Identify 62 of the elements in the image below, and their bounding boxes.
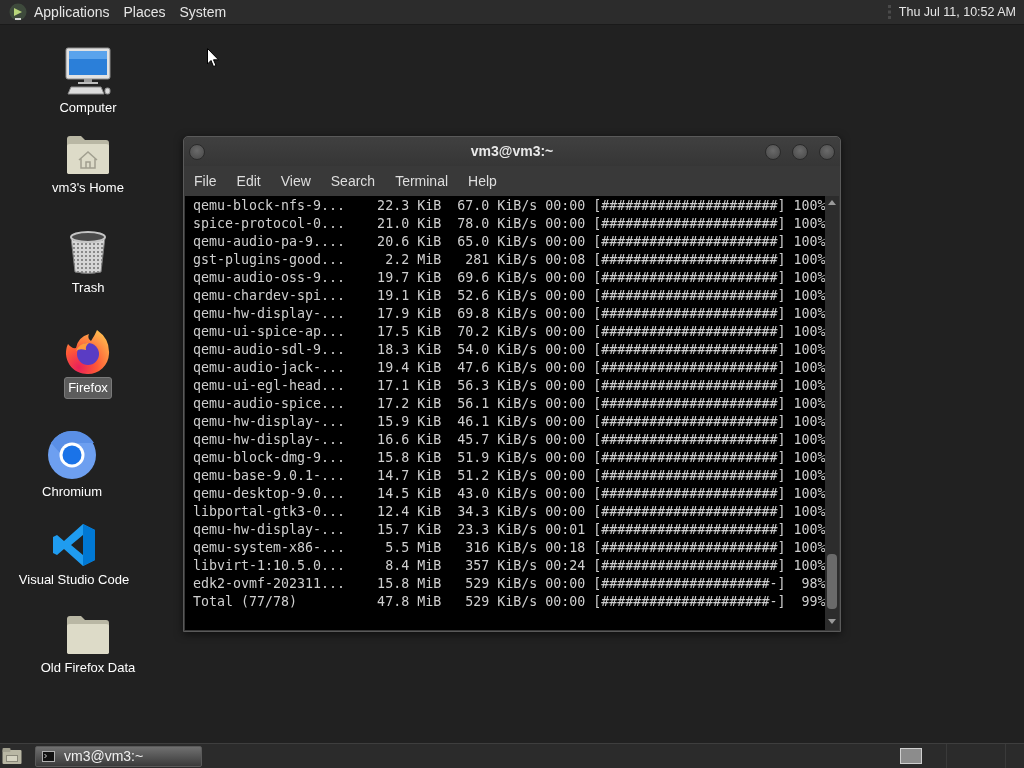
panel-menu[interactable]: Places bbox=[116, 0, 173, 24]
terminal-line: qemu-desktop-9.0... 14.5 KiB 43.0 KiB/s 00:00 [######################] 100% bbox=[193, 485, 826, 503]
terminal-line: qemu-audio-pa-9.... 20.6 KiB 65.0 KiB/s 00:00 [######################] 100% bbox=[193, 233, 826, 251]
scrollbar-thumb[interactable] bbox=[827, 554, 838, 609]
terminal-line: qemu-hw-display-... 15.7 KiB 23.3 KiB/s 00:01 [######################] 100% bbox=[193, 521, 826, 539]
terminal-line: spice-protocol-0... 21.0 KiB 78.0 KiB/s 00:00 [######################] 100% bbox=[193, 215, 826, 233]
terminal-line: qemu-base-9.0.1-... 14.7 KiB 51.2 KiB/s 00:00 [######################] 100% bbox=[193, 467, 826, 485]
panel-menu[interactable]: System bbox=[172, 0, 234, 24]
terminal-line: qemu-audio-jack-... 19.4 KiB 47.6 KiB/s 00:00 [######################] 100% bbox=[193, 359, 826, 377]
terminal-line: qemu-hw-display-... 15.9 KiB 46.1 KiB/s 00:00 [######################] 100% bbox=[193, 413, 826, 431]
terminal-line: qemu-audio-oss-9... 19.7 KiB 69.6 KiB/s 00:00 [######################] 100% bbox=[193, 269, 826, 287]
home-folder-icon[interactable] bbox=[66, 135, 110, 175]
computer-monitor-icon[interactable] bbox=[64, 47, 112, 95]
folder-icon[interactable] bbox=[66, 615, 110, 655]
terminal-line: Total (77/78) 47.8 MiB 529 KiB/s 00:00 [#####################-] 99% bbox=[193, 593, 826, 611]
desktop-icon-label[interactable]: Firefox bbox=[64, 377, 112, 399]
workspace-switcher[interactable] bbox=[900, 748, 922, 764]
vscode-logo-icon[interactable] bbox=[52, 523, 96, 567]
menu-item[interactable]: Edit bbox=[226, 166, 271, 196]
desktop-icon-label[interactable]: Visual Studio Code bbox=[14, 569, 134, 591]
trash-can-icon[interactable] bbox=[69, 231, 107, 275]
menu-item[interactable]: File bbox=[184, 166, 227, 196]
window-title: vm3@vm3:~ bbox=[469, 142, 555, 161]
minimize-button[interactable] bbox=[765, 143, 781, 160]
desktop-icon-label[interactable]: Computer bbox=[55, 97, 121, 119]
close-button[interactable] bbox=[819, 143, 835, 160]
panel-menu[interactable]: Applications bbox=[27, 0, 117, 24]
taskbar-button[interactable]: vm3@vm3:~ bbox=[35, 745, 202, 767]
chromium-logo-icon[interactable] bbox=[48, 431, 96, 479]
maximize-button[interactable] bbox=[792, 143, 808, 160]
scroll-down-arrow-icon[interactable] bbox=[828, 619, 837, 624]
menu-item[interactable]: Terminal bbox=[385, 166, 459, 196]
scroll-up-arrow-icon[interactable] bbox=[828, 200, 837, 205]
menu-item[interactable]: Help bbox=[458, 166, 507, 196]
mouse-pointer-icon bbox=[207, 48, 219, 67]
terminal-line: qemu-ui-spice-ap... 17.5 KiB 70.2 KiB/s 00:00 [######################] 100% bbox=[193, 323, 826, 341]
desktop-icon-label[interactable]: Chromium bbox=[38, 481, 106, 503]
scrollbar[interactable] bbox=[825, 196, 839, 630]
window-menu-button[interactable] bbox=[189, 143, 205, 160]
terminal-line: qemu-system-x86-... 5.5 MiB 316 KiB/s 00:18 [######################] 100% bbox=[193, 539, 826, 557]
terminal-line: libportal-gtk3-0... 12.4 KiB 34.3 KiB/s 00:00 [######################] 100% bbox=[193, 503, 826, 521]
menu-item[interactable]: Search bbox=[320, 166, 386, 196]
show-desktop-icon[interactable] bbox=[2, 747, 22, 765]
clock[interactable]: Thu Jul 11, 10:52 AM bbox=[898, 2, 1016, 22]
terminal-line: qemu-block-nfs-9... 22.3 KiB 67.0 KiB/s 00:00 [######################] 100% bbox=[193, 197, 826, 215]
terminal-line: qemu-audio-sdl-9... 18.3 KiB 54.0 KiB/s 00:00 [######################] 100% bbox=[193, 341, 826, 359]
desktop-icon-label[interactable]: Trash bbox=[67, 277, 109, 299]
terminal-line: qemu-audio-spice... 17.2 KiB 56.1 KiB/s 00:00 [######################] 100% bbox=[193, 395, 826, 413]
desktop-icon-label[interactable]: Old Firefox Data bbox=[36, 657, 140, 679]
terminal-line: qemu-ui-egl-head... 17.1 KiB 56.3 KiB/s 00:00 [######################] 100% bbox=[193, 377, 826, 395]
terminal-line: qemu-hw-display-... 17.9 KiB 69.8 KiB/s 00:00 [######################] 100% bbox=[193, 305, 826, 323]
terminal-line: gst-plugins-good... 2.2 MiB 281 KiB/s 00:08 [######################] 100% bbox=[193, 251, 826, 269]
desktop-icon-label[interactable]: vm3's Home bbox=[48, 177, 128, 199]
logo-icon[interactable] bbox=[9, 3, 27, 21]
terminal-line: qemu-block-dmg-9... 15.8 KiB 51.9 KiB/s 00:00 [######################] 100% bbox=[193, 449, 826, 467]
terminal-icon bbox=[42, 750, 55, 762]
firefox-logo-icon[interactable] bbox=[65, 329, 111, 375]
terminal-line: libvirt-1:10.5.0... 8.4 MiB 357 KiB/s 00:24 [######################] 100% bbox=[193, 557, 826, 575]
menu-item[interactable]: View bbox=[270, 166, 321, 196]
terminal-line: edk2-ovmf-202311... 15.8 MiB 529 KiB/s 00:00 [#####################-] 98% bbox=[193, 575, 826, 593]
terminal-line: qemu-chardev-spi... 19.1 KiB 52.6 KiB/s 00:00 [######################] 100% bbox=[193, 287, 826, 305]
terminal-line: qemu-hw-display-... 16.6 KiB 45.7 KiB/s 00:00 [######################] 100% bbox=[193, 431, 826, 449]
